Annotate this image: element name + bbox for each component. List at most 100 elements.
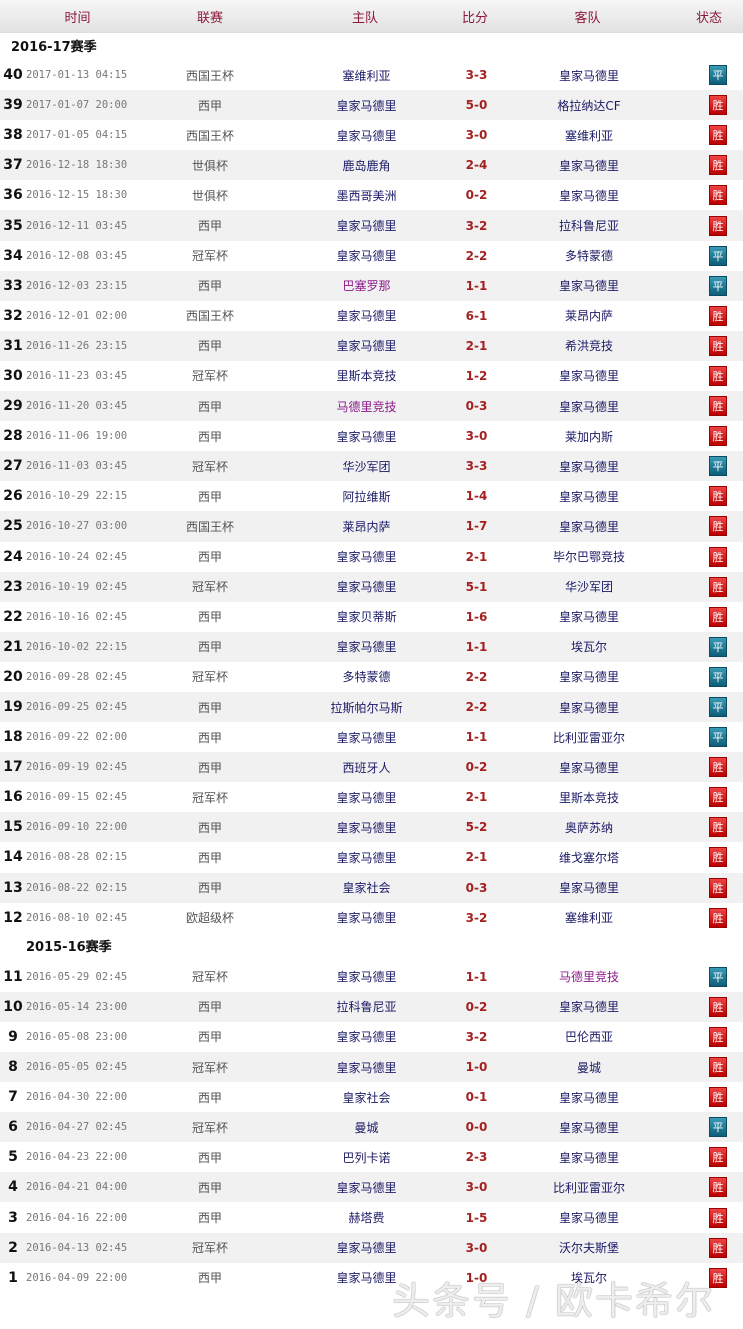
table-row[interactable]: 24 2016-10-24 02:45 西甲 皇家马德里 2-1 毕尔巴鄂竞技 胜 bbox=[0, 542, 743, 572]
home-team[interactable]: 皇家马德里 bbox=[284, 217, 449, 234]
home-team[interactable]: 皇家马德里 bbox=[284, 1239, 449, 1256]
table-row[interactable]: 8 2016-05-05 02:45 冠军杯 皇家马德里 1-0 曼城 胜 bbox=[0, 1052, 743, 1083]
table-row[interactable]: 26 2016-10-29 22:15 西甲 阿拉维斯 1-4 皇家马德里 胜 bbox=[0, 481, 743, 511]
away-team[interactable]: 皇家马德里 bbox=[504, 518, 674, 535]
table-row[interactable]: 38 2017-01-05 04:15 西国王杯 皇家马德里 3-0 塞维利亚 胜 bbox=[0, 120, 743, 150]
table-row[interactable]: 25 2016-10-27 03:00 西国王杯 莱昂内萨 1-7 皇家马德里 胜 bbox=[0, 511, 743, 542]
home-team[interactable]: 里斯本竞技 bbox=[284, 367, 449, 384]
away-team[interactable]: 皇家马德里 bbox=[504, 998, 674, 1015]
table-row[interactable]: 15 2016-09-10 22:00 西甲 皇家马德里 5-2 奥萨苏纳 胜 bbox=[0, 812, 743, 843]
away-team[interactable]: 皇家马德里 bbox=[504, 157, 674, 174]
away-team[interactable]: 希洪竞技 bbox=[504, 337, 674, 354]
away-team[interactable]: 皇家马德里 bbox=[504, 699, 674, 716]
table-row[interactable]: 36 2016-12-15 18:30 世俱杯 墨西哥美洲 0-2 皇家马德里 胜 bbox=[0, 180, 743, 210]
home-team[interactable]: 皇家马德里 bbox=[284, 789, 449, 806]
table-row[interactable]: 37 2016-12-18 18:30 世俱杯 鹿岛鹿角 2-4 皇家马德里 胜 bbox=[0, 150, 743, 181]
table-row[interactable]: 40 2017-01-13 04:15 西国王杯 塞维利亚 3-3 皇家马德里 平 bbox=[0, 60, 743, 90]
table-row[interactable]: 20 2016-09-28 02:45 冠军杯 多特蒙德 2-2 皇家马德里 平 bbox=[0, 662, 743, 692]
table-row[interactable]: 13 2016-08-22 02:15 西甲 皇家社会 0-3 皇家马德里 胜 bbox=[0, 872, 743, 903]
away-team[interactable]: 里斯本竞技 bbox=[504, 789, 674, 806]
home-team[interactable]: 皇家社会 bbox=[284, 879, 449, 896]
home-team[interactable]: 皇家马德里 bbox=[284, 307, 449, 324]
home-team[interactable]: 曼城 bbox=[284, 1119, 449, 1136]
away-team[interactable]: 皇家马德里 bbox=[504, 1209, 674, 1226]
table-row[interactable]: 18 2016-09-22 02:00 西甲 皇家马德里 1-1 比利亚雷亚尔 平 bbox=[0, 722, 743, 752]
home-team[interactable]: 皇家马德里 bbox=[284, 968, 449, 985]
table-row[interactable]: 21 2016-10-02 22:15 西甲 皇家马德里 1-1 埃瓦尔 平 bbox=[0, 631, 743, 662]
home-team[interactable]: 皇家马德里 bbox=[284, 1179, 449, 1196]
away-team[interactable]: 塞维利亚 bbox=[504, 909, 674, 926]
away-team[interactable]: 皇家马德里 bbox=[504, 1089, 674, 1106]
table-row[interactable]: 30 2016-11-23 03:45 冠军杯 里斯本竞技 1-2 皇家马德里 胜 bbox=[0, 361, 743, 391]
away-team[interactable]: 皇家马德里 bbox=[504, 668, 674, 685]
away-team[interactable]: 比利亚雷亚尔 bbox=[504, 1179, 674, 1196]
away-team[interactable]: 曼城 bbox=[504, 1059, 674, 1076]
home-team[interactable]: 西班牙人 bbox=[284, 759, 449, 776]
home-team[interactable]: 皇家马德里 bbox=[284, 97, 449, 114]
home-team[interactable]: 阿拉维斯 bbox=[284, 488, 449, 505]
home-team[interactable]: 皇家马德里 bbox=[284, 127, 449, 144]
table-row[interactable]: 35 2016-12-11 03:45 西甲 皇家马德里 3-2 拉科鲁尼亚 胜 bbox=[0, 210, 743, 241]
away-team[interactable]: 皇家马德里 bbox=[504, 1119, 674, 1136]
table-row[interactable]: 10 2016-05-14 23:00 西甲 拉科鲁尼亚 0-2 皇家马德里 胜 bbox=[0, 991, 743, 1022]
away-team[interactable]: 维戈塞尔塔 bbox=[504, 849, 674, 866]
table-row[interactable]: 9 2016-05-08 23:00 西甲 皇家马德里 3-2 巴伦西亚 胜 bbox=[0, 1022, 743, 1052]
table-row[interactable]: 31 2016-11-26 23:15 西甲 皇家马德里 2-1 希洪竞技 胜 bbox=[0, 330, 743, 361]
away-team[interactable]: 马德里竞技 bbox=[504, 968, 674, 985]
home-team[interactable]: 马德里竞技 bbox=[284, 398, 449, 415]
table-row[interactable]: 17 2016-09-19 02:45 西甲 西班牙人 0-2 皇家马德里 胜 bbox=[0, 752, 743, 783]
table-row[interactable]: 2 2016-04-13 02:45 冠军杯 皇家马德里 3-0 沃尔夫斯堡 胜 bbox=[0, 1232, 743, 1263]
home-team[interactable]: 皇家马德里 bbox=[284, 1028, 449, 1045]
table-row[interactable]: 33 2016-12-03 23:15 西甲 巴塞罗那 1-1 皇家马德里 平 bbox=[0, 270, 743, 301]
away-team[interactable]: 皇家马德里 bbox=[504, 67, 674, 84]
home-team[interactable]: 多特蒙德 bbox=[284, 668, 449, 685]
away-team[interactable]: 莱加内斯 bbox=[504, 428, 674, 445]
away-team[interactable]: 沃尔夫斯堡 bbox=[504, 1239, 674, 1256]
away-team[interactable]: 皇家马德里 bbox=[504, 398, 674, 415]
table-row[interactable]: 7 2016-04-30 22:00 西甲 皇家社会 0-1 皇家马德里 胜 bbox=[0, 1082, 743, 1112]
home-team[interactable]: 皇家马德里 bbox=[284, 548, 449, 565]
table-row[interactable]: 34 2016-12-08 03:45 冠军杯 皇家马德里 2-2 多特蒙德 平 bbox=[0, 241, 743, 271]
away-team[interactable]: 埃瓦尔 bbox=[504, 638, 674, 655]
home-team[interactable]: 皇家马德里 bbox=[284, 247, 449, 264]
table-row[interactable]: 11 2016-05-29 02:45 冠军杯 皇家马德里 1-1 马德里竞技 平 bbox=[0, 962, 743, 992]
away-team[interactable]: 皇家马德里 bbox=[504, 879, 674, 896]
home-team[interactable]: 鹿岛鹿角 bbox=[284, 157, 449, 174]
home-team[interactable]: 赫塔费 bbox=[284, 1209, 449, 1226]
table-row[interactable]: 28 2016-11-06 19:00 西甲 皇家马德里 3-0 莱加内斯 胜 bbox=[0, 421, 743, 451]
home-team[interactable]: 皇家贝蒂斯 bbox=[284, 608, 449, 625]
home-team[interactable]: 皇家马德里 bbox=[284, 428, 449, 445]
home-team[interactable]: 皇家马德里 bbox=[284, 1059, 449, 1076]
away-team[interactable]: 比利亚雷亚尔 bbox=[504, 729, 674, 746]
table-row[interactable]: 16 2016-09-15 02:45 冠军杯 皇家马德里 2-1 里斯本竞技 胜 bbox=[0, 782, 743, 812]
table-row[interactable]: 23 2016-10-19 02:45 冠军杯 皇家马德里 5-1 华沙军团 胜 bbox=[0, 571, 743, 602]
table-row[interactable]: 14 2016-08-28 02:15 西甲 皇家马德里 2-1 维戈塞尔塔 胜 bbox=[0, 842, 743, 872]
home-team[interactable]: 皇家社会 bbox=[284, 1089, 449, 1106]
home-team[interactable]: 拉斯帕尔马斯 bbox=[284, 699, 449, 716]
home-team[interactable]: 塞维利亚 bbox=[284, 67, 449, 84]
away-team[interactable]: 皇家马德里 bbox=[504, 458, 674, 475]
table-row[interactable]: 22 2016-10-16 02:45 西甲 皇家贝蒂斯 1-6 皇家马德里 胜 bbox=[0, 602, 743, 632]
away-team[interactable]: 皇家马德里 bbox=[504, 608, 674, 625]
table-row[interactable]: 3 2016-04-16 22:00 西甲 赫塔费 1-5 皇家马德里 胜 bbox=[0, 1202, 743, 1232]
table-row[interactable]: 27 2016-11-03 03:45 冠军杯 华沙军团 3-3 皇家马德里 平 bbox=[0, 451, 743, 482]
away-team[interactable]: 多特蒙德 bbox=[504, 247, 674, 264]
table-row[interactable]: 6 2016-04-27 02:45 冠军杯 曼城 0-0 皇家马德里 平 bbox=[0, 1112, 743, 1143]
home-team[interactable]: 华沙军团 bbox=[284, 458, 449, 475]
away-team[interactable]: 皇家马德里 bbox=[504, 187, 674, 204]
home-team[interactable]: 莱昂内萨 bbox=[284, 518, 449, 535]
table-row[interactable]: 39 2017-01-07 20:00 西甲 皇家马德里 5-0 格拉纳达CF 胜 bbox=[0, 90, 743, 121]
away-team[interactable]: 皇家马德里 bbox=[504, 1149, 674, 1166]
away-team[interactable]: 皇家马德里 bbox=[504, 488, 674, 505]
table-row[interactable]: 19 2016-09-25 02:45 西甲 拉斯帕尔马斯 2-2 皇家马德里 平 bbox=[0, 691, 743, 723]
home-team[interactable]: 巴塞罗那 bbox=[284, 277, 449, 294]
home-team[interactable]: 皇家马德里 bbox=[284, 337, 449, 354]
away-team[interactable]: 拉科鲁尼亚 bbox=[504, 217, 674, 234]
away-team[interactable]: 皇家马德里 bbox=[504, 759, 674, 776]
table-row[interactable]: 12 2016-08-10 02:45 欧超级杯 皇家马德里 3-2 塞维利亚 胜 bbox=[0, 903, 743, 933]
home-team[interactable]: 皇家马德里 bbox=[284, 638, 449, 655]
away-team[interactable]: 华沙军团 bbox=[504, 578, 674, 595]
home-team[interactable]: 拉科鲁尼亚 bbox=[284, 998, 449, 1015]
home-team[interactable]: 皇家马德里 bbox=[284, 729, 449, 746]
table-row[interactable]: 4 2016-04-21 04:00 西甲 皇家马德里 3-0 比利亚雷亚尔 胜 bbox=[0, 1172, 743, 1203]
